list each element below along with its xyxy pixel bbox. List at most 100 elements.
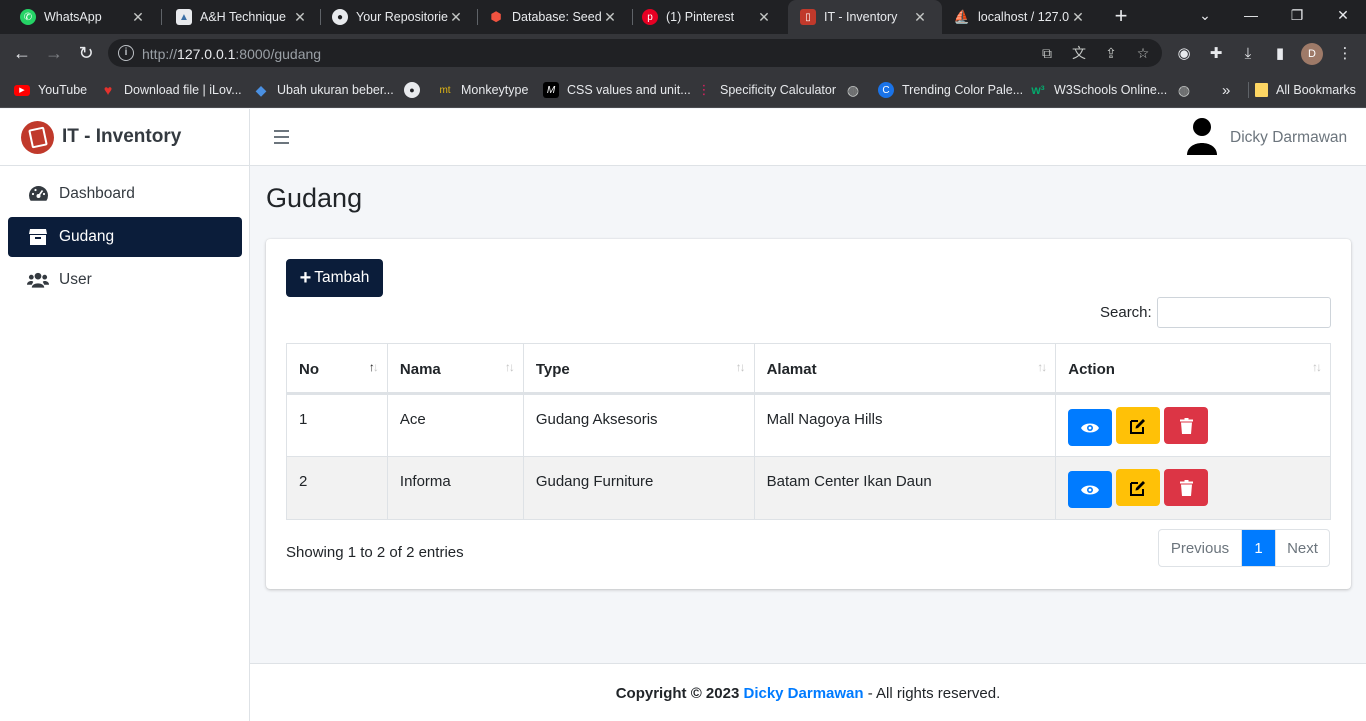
bookmark-w3schools[interactable]: w³ W3Schools Online... bbox=[1030, 82, 1167, 98]
bookmark-youtube[interactable]: ▶ YouTube bbox=[14, 82, 87, 98]
tab-pinterest[interactable]: p (1) Pinterest ✕ bbox=[622, 0, 786, 34]
view-button[interactable] bbox=[1068, 409, 1113, 446]
reload-icon[interactable]: ↻ bbox=[74, 41, 98, 65]
heart-icon: ♥ bbox=[103, 82, 113, 98]
tab-title: IT - Inventory bbox=[824, 10, 898, 24]
sidebar-item-label: Dashboard bbox=[59, 185, 135, 202]
bookmark-label: Download file | iLov... bbox=[124, 83, 242, 97]
sidebar-item-dashboard[interactable]: Dashboard bbox=[8, 174, 242, 214]
bookmark-github[interactable]: ● bbox=[404, 82, 428, 98]
whatsapp-icon: ✆ bbox=[20, 9, 36, 25]
column-header-no[interactable]: No ↑↓ bbox=[286, 343, 388, 395]
bookmark-globe[interactable]: ◍ bbox=[845, 82, 869, 98]
bookmark-ilovepdf[interactable]: ♥ Download file | iLov... bbox=[100, 82, 242, 98]
column-header-type[interactable]: Type ↑↓ bbox=[522, 343, 755, 395]
pagination-page-1[interactable]: 1 bbox=[1242, 530, 1275, 566]
pagination-previous[interactable]: Previous bbox=[1159, 530, 1242, 566]
specificity-icon: ⋮ bbox=[697, 82, 711, 97]
bookmark-css-values[interactable]: M CSS values and unit... bbox=[543, 82, 691, 98]
maximize-icon[interactable]: ❐ bbox=[1274, 0, 1320, 30]
tab-search-icon[interactable]: ⌄ bbox=[1182, 0, 1228, 30]
more-bookmarks-button[interactable]: » bbox=[1222, 82, 1230, 99]
download-icon[interactable]: ⤓ bbox=[1239, 44, 1257, 62]
translate-icon[interactable]: 文 bbox=[1070, 44, 1088, 62]
bookmark-specificity[interactable]: ⋮ Specificity Calculator bbox=[696, 82, 837, 98]
delete-button[interactable] bbox=[1164, 469, 1209, 506]
sidebar-item-label: User bbox=[59, 271, 92, 288]
browser-tab-bar: ✆ WhatsApp ✕ ▲ A&H Technique ✕ ● Your Re… bbox=[0, 0, 1366, 34]
box-icon bbox=[27, 228, 49, 246]
back-icon[interactable]: ← bbox=[10, 41, 34, 65]
bookmark-label: W3Schools Online... bbox=[1054, 83, 1168, 97]
menu-kebab-icon[interactable]: ⋮ bbox=[1336, 44, 1354, 62]
column-header-alamat[interactable]: Alamat ↑↓ bbox=[753, 343, 1057, 395]
close-icon[interactable]: ✕ bbox=[1070, 9, 1086, 26]
add-button[interactable]: + Tambah bbox=[286, 259, 383, 297]
pagination-next[interactable]: Next bbox=[1275, 530, 1329, 566]
bookmark-label: All Bookmarks bbox=[1276, 83, 1356, 97]
footer-author-link[interactable]: Dicky Darmawan bbox=[743, 685, 863, 702]
brand-link[interactable]: IT - Inventory bbox=[0, 109, 249, 166]
column-header-nama[interactable]: Nama ↑↓ bbox=[386, 343, 524, 395]
tab-database[interactable]: ⬢ Database: Seedi ✕ bbox=[468, 0, 632, 34]
mdn-icon: M bbox=[543, 82, 559, 98]
new-tab-button[interactable]: + bbox=[1110, 5, 1132, 27]
sidebar-item-user[interactable]: User bbox=[8, 260, 242, 300]
column-header-action[interactable]: Action ↑↓ bbox=[1055, 343, 1331, 395]
all-bookmarks-button[interactable]: All Bookmarks bbox=[1248, 82, 1356, 98]
sidebar-item-gudang[interactable]: Gudang bbox=[8, 217, 242, 257]
cell-no: 1 bbox=[286, 393, 388, 457]
add-button-label: Tambah bbox=[314, 269, 370, 286]
extensions-icon[interactable]: ✚ bbox=[1207, 44, 1225, 62]
bookmark-label: Specificity Calculator bbox=[720, 83, 837, 97]
close-icon[interactable]: ✕ bbox=[292, 9, 308, 26]
plus-icon: + bbox=[299, 267, 312, 289]
tab-whatsapp[interactable]: ✆ WhatsApp ✕ bbox=[0, 0, 160, 34]
tab-github[interactable]: ● Your Repositorie ✕ bbox=[312, 0, 478, 34]
bookmark-star-icon[interactable]: ☆ bbox=[1134, 44, 1152, 62]
open-in-app-icon[interactable]: ⧉ bbox=[1038, 44, 1056, 62]
sort-icon: ↑↓ bbox=[1312, 360, 1322, 374]
bookmark-trending-color[interactable]: C Trending Color Pale... bbox=[878, 82, 1023, 98]
window-close-icon[interactable]: ✕ bbox=[1320, 0, 1366, 30]
bookmark-monkeytype[interactable]: mt Monkeytype bbox=[437, 82, 528, 98]
profile-avatar[interactable]: D bbox=[1301, 43, 1323, 65]
edit-button[interactable] bbox=[1116, 469, 1161, 506]
globe-icon: ◍ bbox=[1177, 81, 1191, 98]
bookmarks-bar: ▶ YouTube ♥ Download file | iLov... ◆ Ub… bbox=[0, 72, 1366, 108]
camera-icon[interactable]: ◉ bbox=[1175, 44, 1193, 62]
users-icon bbox=[27, 272, 49, 288]
hamburger-menu-icon[interactable] bbox=[274, 130, 289, 144]
address-bar[interactable]: i http://127.0.0.1:8000/gudang ⧉ 文 ⇪ ☆ bbox=[108, 39, 1162, 67]
forward-icon[interactable]: → bbox=[42, 41, 66, 65]
cell-action bbox=[1055, 393, 1331, 457]
bookmark-globe-2[interactable]: ◍ bbox=[1176, 82, 1200, 98]
site-info-icon[interactable]: i bbox=[118, 45, 134, 61]
search-input[interactable] bbox=[1157, 297, 1331, 328]
dashboard-icon bbox=[27, 185, 49, 203]
sort-icon: ↑↓ bbox=[1037, 360, 1047, 374]
close-icon[interactable]: ✕ bbox=[756, 9, 772, 26]
bookmark-label: Ubah ukuran beber... bbox=[277, 83, 394, 97]
view-button[interactable] bbox=[1068, 471, 1113, 508]
bookmark-label: Trending Color Pale... bbox=[902, 83, 1024, 97]
monkeytype-icon: mt bbox=[439, 84, 451, 96]
close-icon[interactable]: ✕ bbox=[602, 9, 618, 26]
bookmark-ubah-ukuran[interactable]: ◆ Ubah ukuran beber... bbox=[253, 82, 394, 98]
trash-icon bbox=[1179, 479, 1193, 496]
minimize-icon[interactable]: — bbox=[1228, 0, 1274, 30]
edit-button[interactable] bbox=[1116, 407, 1161, 444]
close-icon[interactable]: ✕ bbox=[448, 9, 464, 26]
delete-button[interactable] bbox=[1164, 407, 1209, 444]
user-name[interactable]: Dicky Darmawan bbox=[1230, 129, 1347, 147]
tab-it-inventory[interactable]: ▯ IT - Inventory ✕ bbox=[788, 0, 942, 34]
share-icon[interactable]: ⇪ bbox=[1102, 44, 1120, 62]
close-icon[interactable]: ✕ bbox=[130, 9, 146, 26]
tab-ah-technique[interactable]: ▲ A&H Technique ✕ bbox=[156, 0, 322, 34]
table-info: Showing 1 to 2 of 2 entries bbox=[286, 544, 464, 561]
tab-phpmyadmin[interactable]: ⛵ localhost / 127.0 ✕ bbox=[934, 0, 1100, 34]
url-text[interactable]: http://127.0.0.1:8000/gudang bbox=[142, 46, 321, 62]
side-panel-icon[interactable]: ▮ bbox=[1271, 44, 1289, 62]
user-avatar-icon[interactable] bbox=[1186, 117, 1218, 157]
close-icon[interactable]: ✕ bbox=[912, 9, 928, 26]
